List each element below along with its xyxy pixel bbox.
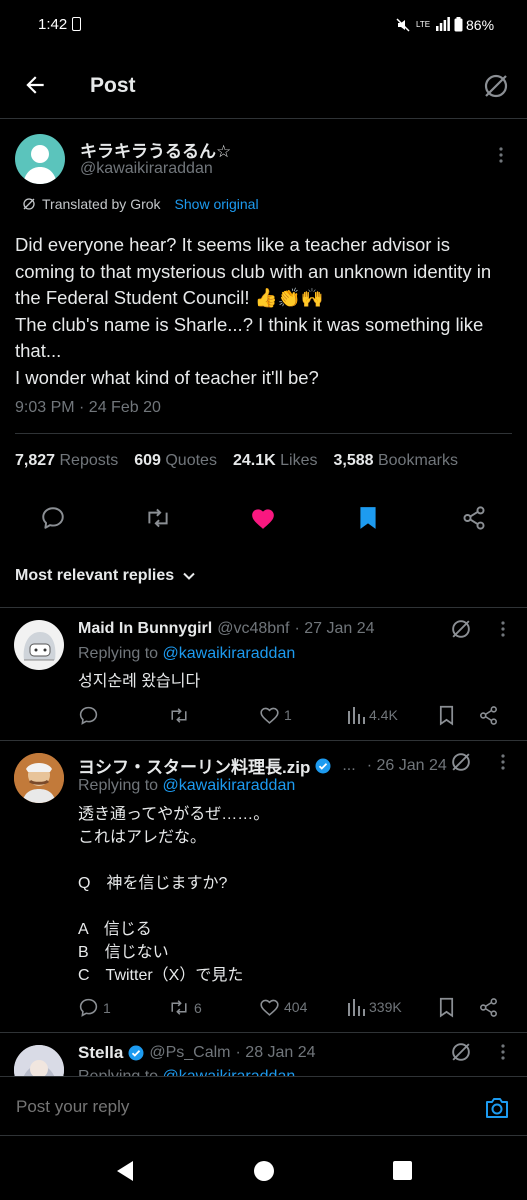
share-icon[interactable] xyxy=(478,705,499,726)
reply-3-clip: Stella @Ps_Calm · 28 Jan 24 Replying to … xyxy=(0,1033,527,1076)
reply-author-name[interactable]: Stella xyxy=(78,1043,123,1063)
reply-views[interactable]: 4.4K xyxy=(347,705,398,725)
reply-date: · 26 Jan 24 xyxy=(366,756,447,774)
reply-date: · 28 Jan 24 xyxy=(235,1044,316,1061)
grok-icon[interactable] xyxy=(450,618,472,640)
more-options-icon[interactable] xyxy=(498,146,504,164)
grok-translate-icon xyxy=(22,197,36,211)
reply-icon[interactable] xyxy=(40,505,66,531)
replying-to: Replying to @kawaikiraraddan xyxy=(78,645,296,662)
more-options-icon[interactable] xyxy=(500,753,506,771)
like-icon-filled[interactable] xyxy=(250,506,276,530)
post-handle[interactable]: @kawaikiraraddan xyxy=(80,160,213,178)
system-nav-bar xyxy=(0,1140,527,1200)
reply-reply-button[interactable] xyxy=(78,705,103,726)
replying-to: Replying to @kawaikiraraddan xyxy=(78,1068,295,1076)
reply-reply-button[interactable]: 1 xyxy=(78,997,111,1018)
reply-author-name[interactable]: ヨシフ・スターリン料理長.zip xyxy=(78,753,310,778)
bookmark-icon[interactable] xyxy=(438,705,455,726)
reply-avatar[interactable] xyxy=(14,1045,64,1076)
reply-divider xyxy=(0,740,527,741)
reply-author-handle[interactable]: ... xyxy=(342,757,355,775)
replying-to-handle[interactable]: @kawaikiraraddan xyxy=(163,777,296,794)
more-options-icon[interactable] xyxy=(500,620,506,638)
page-title: Post xyxy=(90,74,136,97)
reply-avatar[interactable] xyxy=(14,620,64,670)
replies-top-divider xyxy=(0,607,527,608)
grok-icon[interactable] xyxy=(450,1041,472,1063)
stats-top-divider xyxy=(15,433,512,434)
bookmarks-stat[interactable]: 3,588 Bookmarks xyxy=(333,452,458,470)
post-display-name[interactable]: キラキラうるるん☆ xyxy=(80,137,231,162)
nav-recents-icon[interactable] xyxy=(393,1161,412,1180)
reply-author-name[interactable]: Maid In Bunnygirl xyxy=(78,620,212,638)
avatar[interactable] xyxy=(15,134,65,184)
grok-icon[interactable] xyxy=(450,751,472,773)
likes-stat[interactable]: 24.1K Likes xyxy=(233,452,318,470)
reply-like-button[interactable]: 404 xyxy=(259,997,307,1017)
repost-icon[interactable] xyxy=(144,505,172,531)
chevron-down-icon xyxy=(182,569,196,583)
reply-header: Stella @Ps_Calm · 28 Jan 24 xyxy=(78,1043,316,1063)
mute-icon xyxy=(396,18,410,32)
replies-filter-label: Most relevant replies xyxy=(15,567,175,584)
status-bar: 1:42 LTE 86% xyxy=(0,0,527,52)
reply-date: · 27 Jan 24 xyxy=(294,620,375,637)
reply-repost-button[interactable]: 6 xyxy=(168,997,202,1018)
more-options-icon[interactable] xyxy=(500,1043,506,1061)
nav-home-icon[interactable] xyxy=(253,1160,275,1182)
header-divider xyxy=(0,118,527,119)
post-stats: 7,827 Reposts 609 Quotes 24.1K Likes 3,5… xyxy=(15,452,458,470)
replies-filter[interactable]: Most relevant replies xyxy=(15,567,196,585)
bookmark-icon-filled[interactable] xyxy=(358,505,378,531)
share-icon[interactable] xyxy=(478,997,499,1018)
translation-row: Translated by Grok Show original xyxy=(22,196,259,212)
share-icon[interactable] xyxy=(461,505,487,531)
nav-back-icon[interactable] xyxy=(115,1160,135,1182)
reposts-stat[interactable]: 7,827 Reposts xyxy=(15,452,118,470)
network-label: LTE xyxy=(416,20,431,29)
replying-to-handle[interactable]: @kawaikiraraddan xyxy=(163,645,296,662)
reply-text: 성지순례 왔습니다 xyxy=(78,673,201,690)
reply-views[interactable]: 339K xyxy=(347,997,402,1017)
reply-repost-button[interactable] xyxy=(168,705,194,726)
composer-bottom-divider xyxy=(0,1135,527,1136)
reply-author-handle[interactable]: @Ps_Calm xyxy=(149,1044,230,1062)
reply-composer xyxy=(0,1077,527,1135)
notification-icon xyxy=(72,17,81,31)
battery-icon xyxy=(454,17,463,32)
status-time: 1:42 xyxy=(38,16,68,33)
verified-badge-icon xyxy=(128,1045,144,1061)
grok-icon[interactable] xyxy=(482,72,510,100)
signal-icon xyxy=(436,17,450,31)
camera-icon[interactable] xyxy=(484,1096,510,1120)
translated-label: Translated by Grok xyxy=(42,196,161,212)
back-arrow-icon[interactable] xyxy=(22,72,48,98)
quotes-stat[interactable]: 609 Quotes xyxy=(134,452,217,470)
battery-percent: 86% xyxy=(466,17,495,33)
post-timestamp: 9:03 PM · 24 Feb 20 xyxy=(15,399,161,416)
reply-like-button[interactable]: 1 xyxy=(259,705,292,725)
post-text: Did everyone hear? It seems like a teach… xyxy=(15,234,492,388)
reply-header: ヨシフ・スターリン料理長.zip ... · 26 Jan 24 xyxy=(78,753,447,778)
reply-input[interactable] xyxy=(14,1091,458,1123)
replying-to: Replying to @kawaikiraraddan xyxy=(78,777,296,794)
reply-text: 透き通ってやがるぜ……。 これはアレだな。 Q 神を信じますか? A 信じる B… xyxy=(78,806,270,984)
reply-avatar[interactable] xyxy=(14,753,64,803)
reply-author-handle[interactable]: @vc48bnf xyxy=(217,620,289,638)
reply-header: Maid In Bunnygirl @vc48bnf · 27 Jan 24 xyxy=(78,620,375,638)
bookmark-icon[interactable] xyxy=(438,997,455,1018)
replying-to-handle[interactable]: @kawaikiraraddan xyxy=(163,1068,296,1076)
verified-badge-icon xyxy=(315,758,331,774)
show-original-link[interactable]: Show original xyxy=(175,196,259,212)
